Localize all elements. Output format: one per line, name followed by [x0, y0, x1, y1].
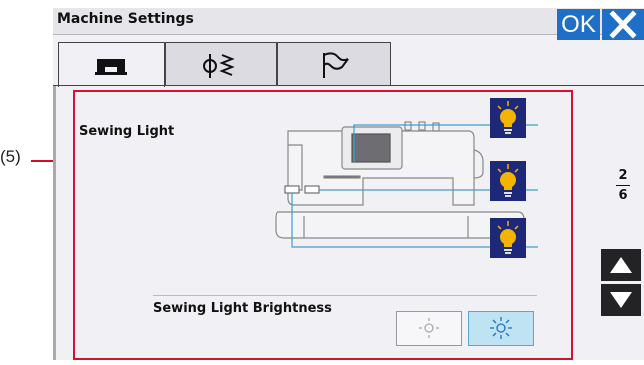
bobbin-thread-icon [203, 54, 235, 78]
sewing-light-label: Sewing Light [79, 124, 175, 139]
page-current: 2 [618, 168, 628, 183]
high-brightness-icon [490, 317, 512, 339]
sewing-light-upper-button[interactable] [490, 98, 526, 138]
title-bar: Machine Settings [53, 8, 644, 35]
sewing-machine-illustration [275, 121, 525, 239]
close-icon [609, 10, 637, 39]
sewing-light-lower-button[interactable] [490, 218, 526, 258]
screen-title: Machine Settings [57, 11, 194, 27]
page-fraction-bar [616, 185, 630, 186]
brightness-label: Sewing Light Brightness [153, 301, 332, 316]
tab-flag[interactable] [277, 42, 391, 85]
scroll-down-button[interactable] [601, 284, 641, 316]
callout-label: (5) [0, 147, 21, 166]
machine-settings-screen: Machine Settings OK Sewing Light Sewing … [53, 8, 644, 360]
arrow-down-icon [610, 292, 632, 308]
light-bulb-icon [497, 101, 519, 134]
section-divider [153, 295, 537, 296]
flag-icon [323, 52, 349, 78]
tab-baseline [53, 85, 644, 86]
sewing-machine-icon [95, 59, 127, 75]
arrow-up-icon [610, 257, 632, 273]
page-total: 6 [618, 188, 628, 203]
scroll-up-button[interactable] [601, 249, 641, 281]
brightness-high-button[interactable] [468, 311, 534, 346]
tab-machine[interactable] [58, 42, 165, 87]
light-bulb-icon [497, 221, 519, 254]
low-brightness-icon [419, 318, 439, 338]
close-button[interactable] [602, 9, 644, 40]
brightness-low-button[interactable] [396, 311, 462, 346]
ok-button[interactable]: OK [557, 9, 600, 40]
light-bulb-icon [497, 164, 519, 197]
sewing-light-middle-button[interactable] [490, 161, 526, 201]
tab-bar [53, 42, 644, 87]
tab-bobbin[interactable] [165, 42, 277, 85]
panel-edge [53, 86, 56, 360]
